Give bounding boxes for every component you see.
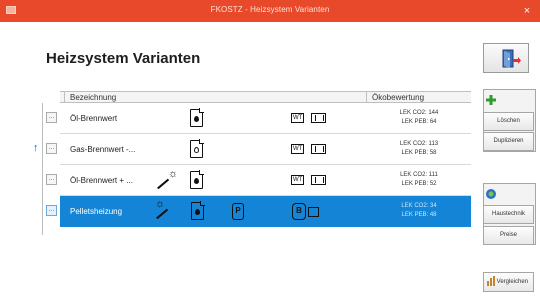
lek-co2: LEK CO2: 34 — [401, 203, 437, 209]
radiator-icon — [308, 207, 319, 217]
preise-button[interactable]: Preise — [483, 226, 534, 245]
radiator-icon — [311, 144, 326, 154]
variant-name: Pelletsheizung — [70, 207, 123, 216]
move-up-arrow-icon[interactable]: ↑ — [33, 142, 39, 154]
eco-rating: LEK CO2: 113 LEK PEB: 58 — [380, 140, 458, 158]
oil-document-icon — [190, 108, 204, 127]
wt-icon: WT — [291, 175, 305, 185]
table-row[interactable]: ... Öl-Brennwert WT LEK CO2: 144 LEK PEB… — [46, 103, 471, 134]
column-separator — [366, 92, 367, 103]
oil-document-icon — [190, 170, 204, 189]
compare-chart-icon — [487, 276, 495, 287]
lek-peb: LEK PEB: 64 — [401, 119, 437, 125]
table-row-selected[interactable]: ... Pelletsheizung ☼ P B LEK CO2: 34 LEK… — [46, 196, 471, 227]
wt-icon: WT — [291, 113, 305, 123]
row-edit-button[interactable]: ... — [46, 143, 57, 154]
variants-table: Bezeichnung Ökobewertung ... Öl-Brennwer… — [42, 91, 471, 235]
solar-collector-icon — [156, 208, 168, 219]
delete-button[interactable]: Löschen — [483, 112, 534, 131]
variant-name: Öl-Brennwert + ... — [70, 176, 133, 185]
eco-rating: LEK CO2: 111 LEK PEB: 52 — [380, 171, 458, 189]
page-title: Heizsystem Varianten — [46, 50, 201, 67]
row-edit-button[interactable]: ... — [46, 174, 57, 185]
table-row[interactable]: ... Öl-Brennwert + ... ☼ WT LEK CO2: 111… — [46, 165, 471, 196]
variant-name: Öl-Brennwert — [70, 114, 118, 123]
exit-door-button[interactable] — [483, 43, 529, 73]
compare-button[interactable]: Vergleichen — [483, 272, 534, 292]
lek-co2: LEK CO2: 113 — [399, 141, 439, 147]
window-title: FKOSTZ - Heizsystem Varianten — [210, 5, 330, 14]
buffer-storage-icon: B — [292, 203, 306, 220]
lek-peb: LEK PEB: 48 — [401, 212, 437, 218]
table-header: Bezeichnung Ökobewertung — [60, 91, 471, 103]
eco-rating: LEK CO2: 144 LEK PEB: 64 — [380, 109, 458, 127]
solar-collector-icon — [157, 178, 169, 189]
duplicate-button[interactable]: Duplizieren — [483, 132, 534, 151]
lek-co2: LEK CO2: 111 — [400, 172, 438, 178]
wt-icon: WT — [291, 144, 305, 154]
variant-name: Gas-Brennwert -... — [70, 145, 136, 154]
pellet-storage-icon: P — [232, 203, 244, 220]
exit-door-icon — [502, 49, 521, 68]
add-variant-button[interactable] — [485, 91, 536, 111]
column-header-bezeichnung[interactable]: Bezeichnung — [70, 93, 116, 102]
lek-peb: LEK PEB: 58 — [401, 150, 437, 156]
pellet-document-icon — [191, 201, 205, 220]
eco-rating: LEK CO2: 34 LEK PEB: 48 — [380, 202, 458, 220]
gas-document-icon — [190, 139, 204, 158]
plus-icon — [486, 95, 496, 105]
compare-label: Vergleichen — [496, 279, 529, 285]
column-separator — [64, 92, 65, 103]
solar-sun-icon: ☼ — [155, 198, 166, 210]
haustechnik-tool-button[interactable] — [485, 185, 536, 204]
lek-peb: LEK PEB: 52 — [401, 181, 437, 187]
row-edit-button[interactable]: ... — [46, 205, 57, 216]
radiator-icon — [311, 113, 326, 123]
column-header-oekobewertung[interactable]: Ökobewertung — [372, 93, 424, 102]
haustechnik-button[interactable]: Haustechnik — [483, 205, 534, 224]
tool-icon — [486, 189, 496, 199]
close-button[interactable]: × — [514, 0, 540, 22]
solar-sun-icon: ☼ — [168, 168, 179, 180]
title-bar: FKOSTZ - Heizsystem Varianten × — [0, 0, 540, 22]
app-window: FKOSTZ - Heizsystem Varianten × Heizsyst… — [0, 0, 540, 296]
radiator-icon — [311, 175, 326, 185]
row-edit-button[interactable]: ... — [46, 112, 57, 123]
lek-co2: LEK CO2: 144 — [399, 110, 439, 116]
table-row[interactable]: ... Gas-Brennwert -... WT LEK CO2: 113 L… — [46, 134, 471, 165]
